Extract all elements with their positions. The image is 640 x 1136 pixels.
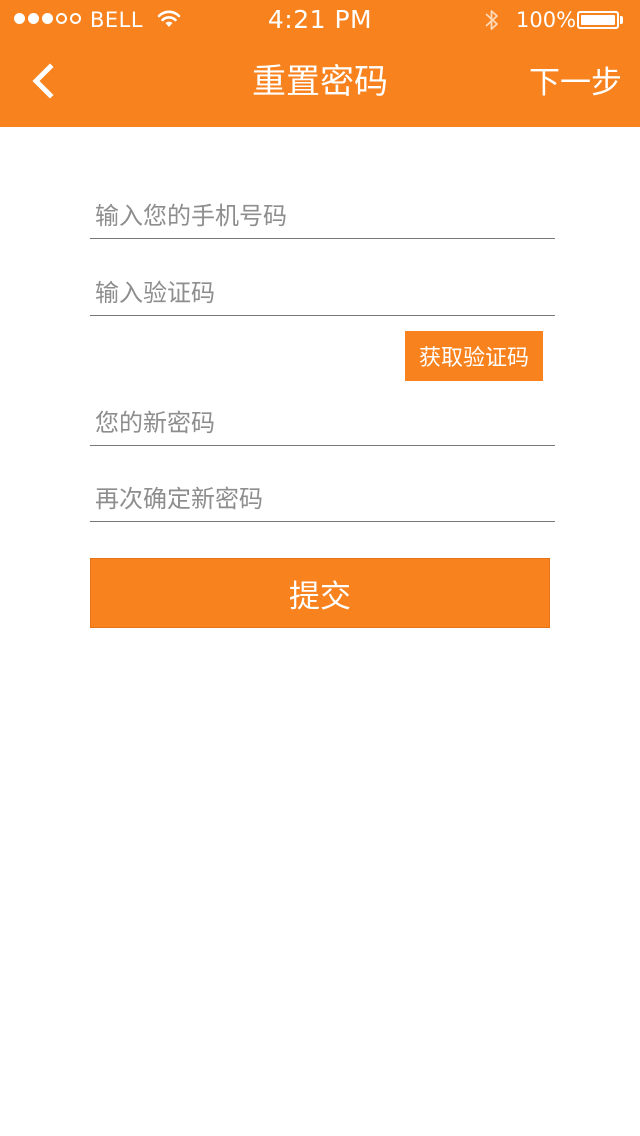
- get-verification-code-button[interactable]: 获取验证码: [405, 331, 543, 381]
- battery-percentage: 100%: [516, 8, 577, 32]
- new-password-input[interactable]: [90, 401, 555, 446]
- battery-icon: [577, 11, 619, 29]
- chevron-left-icon: [32, 63, 54, 99]
- verification-code-input[interactable]: [90, 271, 555, 316]
- confirm-password-input[interactable]: [90, 477, 555, 522]
- back-button[interactable]: [24, 60, 64, 104]
- bluetooth-icon: [484, 8, 500, 36]
- battery-fill: [581, 15, 615, 25]
- phone-number-input[interactable]: [90, 194, 555, 239]
- battery-tip: [620, 16, 623, 24]
- status-bar: BELL 4:21 PM 100%: [0, 0, 640, 40]
- next-step-button[interactable]: 下一步: [529, 60, 622, 106]
- submit-button[interactable]: 提交: [90, 558, 550, 628]
- header-bar: BELL 4:21 PM 100% 重置密码 下一步: [0, 0, 640, 127]
- page-title: 重置密码: [252, 62, 388, 102]
